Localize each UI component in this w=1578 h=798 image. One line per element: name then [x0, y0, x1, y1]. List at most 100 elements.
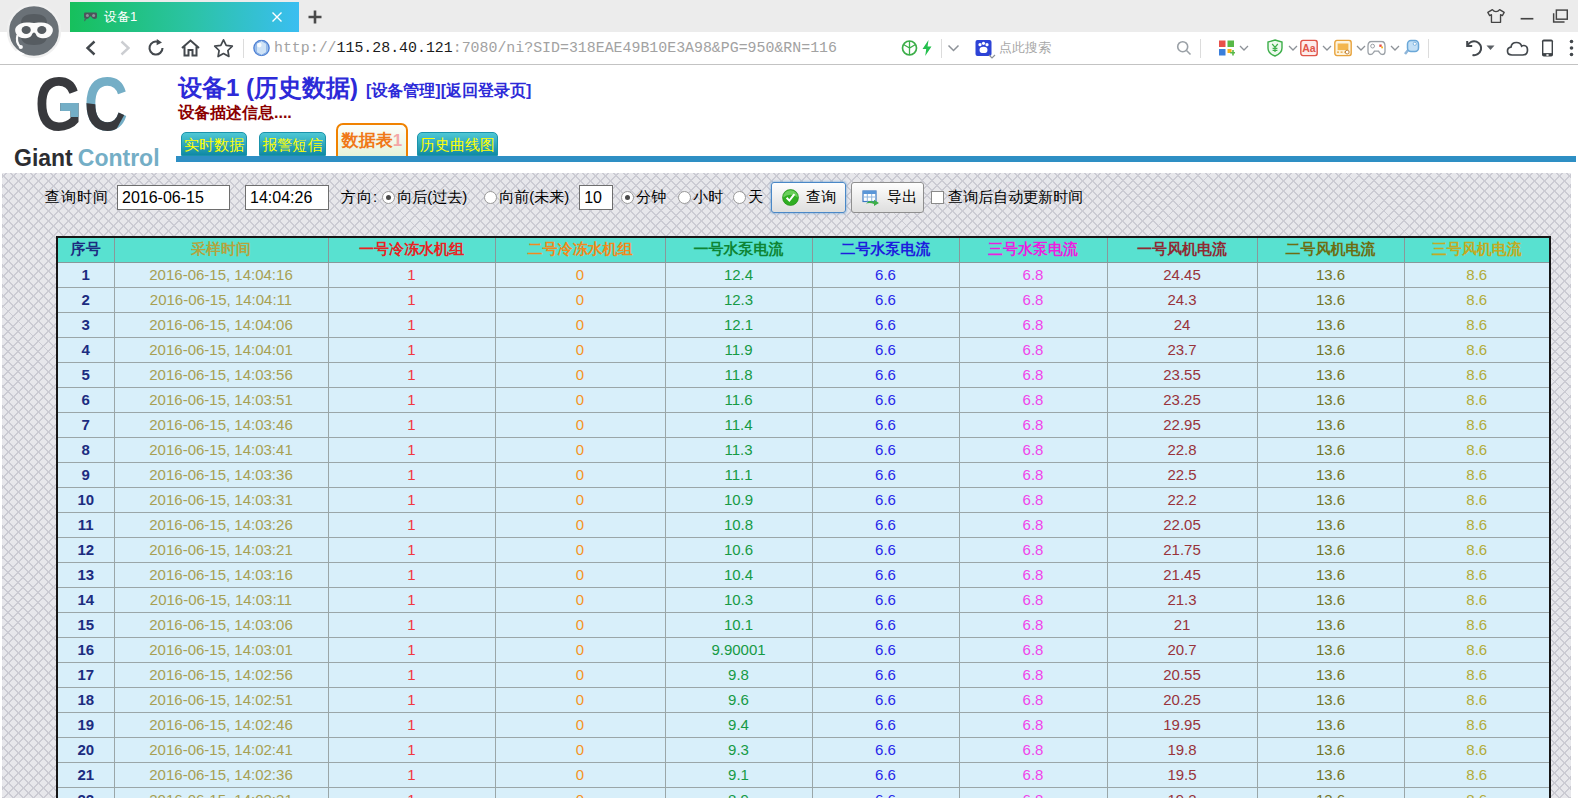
url-bar[interactable]: http://115.28.40.121:7080/ni?SID=318EAE4… — [274, 32, 837, 64]
table-cell: 0 — [495, 362, 665, 387]
unit-option-2[interactable]: 小时 — [676, 188, 723, 207]
direction-option-2[interactable]: 向前(未来) — [482, 188, 569, 207]
query-amount-input[interactable] — [579, 185, 613, 210]
search-button[interactable]: 查询 — [771, 182, 846, 213]
table-cell: 6.6 — [812, 487, 959, 512]
table-cell: 13.6 — [1257, 312, 1404, 337]
table-cell: 9.3 — [665, 737, 812, 762]
table-cell: 6.6 — [812, 687, 959, 712]
direction-option-1[interactable]: 向后(过去) — [380, 188, 467, 207]
table-cell: 8.6 — [1404, 337, 1550, 362]
tab-close-icon[interactable] — [271, 11, 283, 23]
unit-option-1[interactable]: 分钟 — [619, 188, 666, 207]
table-cell: 8.9 — [665, 787, 812, 798]
table-cell: 1 — [328, 462, 495, 487]
chevron-down-icon[interactable] — [947, 44, 960, 52]
browser-mascot-logo[interactable] — [6, 3, 62, 59]
table-cell: 1 — [328, 662, 495, 687]
table-cell: 13.6 — [1257, 287, 1404, 312]
radio-checked-icon[interactable] — [621, 191, 634, 204]
menu-dots-icon[interactable] — [1569, 39, 1574, 58]
undo-icon[interactable] — [1463, 39, 1482, 57]
export-button[interactable]: 导出 — [851, 182, 924, 213]
table-cell: 6.6 — [812, 537, 959, 562]
web-page: GGCC GiantControl 设备1 (历史数据)[设备管理][返回登录页… — [0, 66, 1578, 798]
table-cell: 13.6 — [1257, 737, 1404, 762]
refresh-icon[interactable] — [146, 38, 166, 58]
table-cell: 10.9 — [665, 487, 812, 512]
screenshot-shutter-icon[interactable] — [901, 40, 918, 57]
page-tab-1[interactable]: 实时数据 — [181, 132, 247, 156]
minimize-icon[interactable] — [1517, 7, 1537, 25]
table-cell: 13.6 — [1257, 687, 1404, 712]
new-tab-button[interactable] — [306, 8, 324, 26]
gamepad-icon[interactable] — [1367, 41, 1386, 56]
query-time-input[interactable] — [245, 185, 329, 210]
search-input[interactable]: 点此搜索 — [999, 32, 1051, 64]
chevron-down-icon[interactable] — [1288, 45, 1298, 51]
magnifier-blue-icon[interactable] — [1402, 39, 1420, 57]
page-tab-3[interactable]: 数据表1 — [336, 123, 408, 156]
table-row: 122016-06-15, 14:03:211010.66.66.821.751… — [57, 537, 1550, 562]
table-cell: 7 — [57, 412, 114, 437]
table-row: 102016-06-15, 14:03:311010.96.66.822.213… — [57, 487, 1550, 512]
table-row: 72016-06-15, 14:03:461011.46.66.822.9513… — [57, 412, 1550, 437]
table-cell: 8.6 — [1404, 262, 1550, 287]
cloud-icon[interactable] — [1506, 40, 1529, 57]
favorite-star-icon[interactable] — [213, 38, 234, 58]
page-tab-4[interactable]: 历史曲线图 — [417, 132, 498, 156]
money-shield-icon[interactable] — [1267, 39, 1283, 57]
auto-update-checkbox[interactable] — [931, 191, 944, 204]
table-cell: 22.8 — [1107, 437, 1257, 462]
search-icon[interactable] — [1176, 40, 1192, 56]
forward-icon[interactable] — [116, 40, 133, 57]
query-date-input[interactable] — [117, 185, 230, 210]
table-cell: 13.6 — [1257, 662, 1404, 687]
translate-icon[interactable]: Aa — [1300, 40, 1318, 57]
radio-unchecked-icon[interactable] — [678, 191, 691, 204]
back-icon[interactable] — [83, 40, 100, 57]
table-row: 142016-06-15, 14:03:111010.36.66.821.313… — [57, 587, 1550, 612]
table-cell: 11.4 — [665, 412, 812, 437]
table-cell: 6.6 — [812, 512, 959, 537]
coupon-clipper-icon[interactable] — [1334, 40, 1352, 57]
radio-unchecked-icon[interactable] — [484, 191, 497, 204]
radio-unchecked-icon[interactable] — [733, 191, 746, 204]
table-cell: 1 — [57, 262, 114, 287]
lightning-icon[interactable] — [921, 40, 933, 57]
header-links[interactable]: [设备管理][返回登录页] — [366, 82, 531, 99]
skin-theme-icon[interactable] — [1486, 7, 1506, 25]
tab-underline-bar — [176, 156, 1576, 162]
undo-dropdown-icon[interactable] — [1486, 45, 1495, 51]
unit-option-3[interactable]: 天 — [731, 188, 763, 207]
browser-tab[interactable]: 设备1 — [70, 2, 299, 32]
table-cell: 13.6 — [1257, 712, 1404, 737]
table-row: 202016-06-15, 14:02:41109.36.66.819.813.… — [57, 737, 1550, 762]
export-button-label: 导出 — [887, 188, 917, 207]
column-header-9: 二号风机电流 — [1257, 237, 1404, 262]
table-row: 22016-06-15, 14:04:111012.36.66.824.313.… — [57, 287, 1550, 312]
chevron-down-icon[interactable] — [1239, 45, 1249, 51]
page-tab-2[interactable]: 报警短信 — [259, 132, 326, 156]
table-cell: 0 — [495, 412, 665, 437]
table-cell: 10.4 — [665, 562, 812, 587]
table-cell: 1 — [328, 287, 495, 312]
phone-icon[interactable] — [1541, 39, 1554, 58]
home-icon[interactable] — [180, 39, 201, 58]
table-cell: 6.8 — [959, 637, 1107, 662]
table-cell: 24.45 — [1107, 262, 1257, 287]
logo-word-giant: Giant — [14, 145, 73, 171]
chevron-down-icon[interactable] — [988, 54, 996, 59]
chevron-down-icon[interactable] — [1390, 45, 1400, 51]
apps-grid-icon[interactable] — [1218, 40, 1235, 57]
table-cell: 2016-06-15, 14:03:51 — [114, 387, 328, 412]
device-description: 设备描述信息.... — [178, 103, 292, 124]
chevron-down-icon[interactable] — [1322, 45, 1332, 51]
chevron-down-icon[interactable] — [1356, 45, 1366, 51]
table-cell: 13.6 — [1257, 612, 1404, 637]
table-row: 152016-06-15, 14:03:061010.16.66.82113.6… — [57, 612, 1550, 637]
table-cell: 6.6 — [812, 387, 959, 412]
restore-icon[interactable] — [1550, 7, 1570, 25]
table-row: 82016-06-15, 14:03:411011.36.66.822.813.… — [57, 437, 1550, 462]
radio-checked-icon[interactable] — [382, 191, 395, 204]
